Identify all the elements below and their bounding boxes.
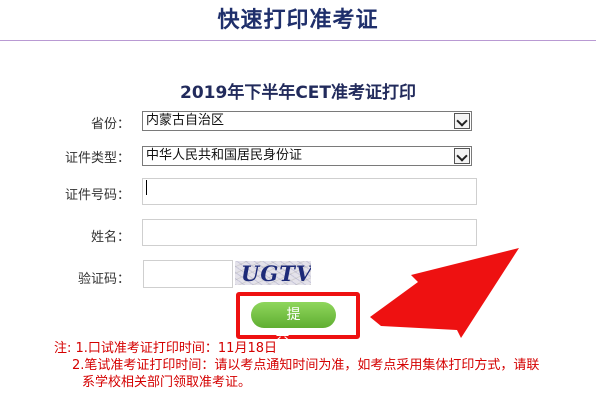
note-line-3: 系学校相关部门领取准考证。 <box>82 375 252 390</box>
note-line-1: 注: 1.口试准考证打印时间：11月18日 <box>54 341 277 356</box>
red-arrow-shape <box>370 248 519 338</box>
notes: 注: 1.口试准考证打印时间：11月18日 2.笔试准考证打印时间：请以考点通知… <box>54 340 584 391</box>
note-line-2: 2.笔试准考证打印时间：请以考点通知时间为准，如考点采用集体打印方式，请联 <box>72 358 540 373</box>
